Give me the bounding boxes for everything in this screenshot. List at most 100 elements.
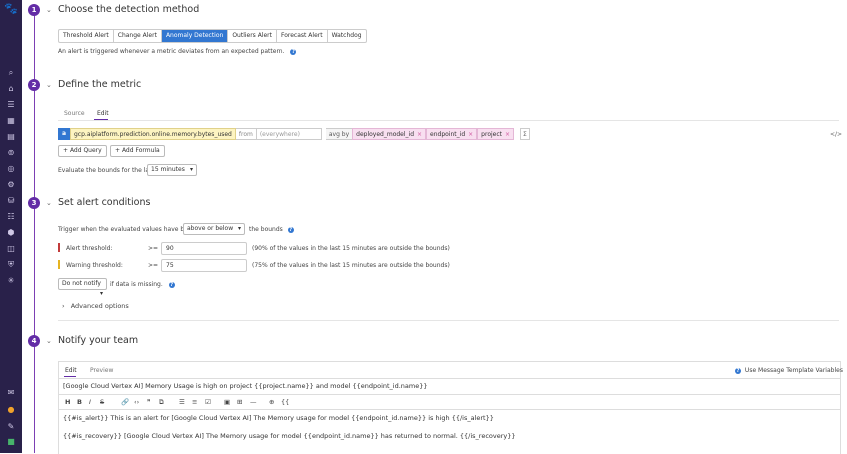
step-number-1: 1	[28, 4, 40, 16]
link-icon[interactable]: 🔗	[121, 398, 129, 406]
datadog-logo-icon[interactable]: 🐾	[4, 3, 18, 18]
search-icon[interactable]: ⌕	[5, 68, 17, 78]
missing-data-suffix: if data is missing. ?	[110, 281, 175, 288]
numbered-list-icon[interactable]: ≡	[192, 398, 197, 406]
close-icon[interactable]: ×	[505, 131, 510, 138]
notification-editor: Edit Preview ? Use Message Template Vari…	[58, 361, 843, 454]
warning-threshold-note: (75% of the values in the last 15 minute…	[252, 262, 450, 269]
avg-by-label[interactable]: avg by	[325, 128, 353, 140]
dashboard-icon[interactable]: ▤	[5, 132, 17, 142]
add-query-button[interactable]: + Add Query	[58, 145, 107, 157]
logs-icon[interactable]: ☷	[5, 212, 17, 222]
step-number-4: 4	[28, 335, 40, 347]
warning-color-marker	[58, 260, 60, 269]
help-icon[interactable]: ?	[290, 48, 297, 55]
strikethrough-icon[interactable]: S	[100, 398, 104, 406]
code-block-icon[interactable]: ⧉	[159, 398, 164, 407]
image-icon[interactable]: ▣	[224, 398, 230, 406]
quote-icon[interactable]: ❞	[147, 398, 151, 406]
step-title-conditions: Set alert conditions	[58, 197, 151, 208]
table-icon[interactable]: ⊞	[237, 398, 242, 406]
editor-tab-edit[interactable]: Edit	[65, 367, 77, 374]
message-body-line[interactable]: {{#is_alert}} This is an alert for [Goog…	[63, 414, 494, 422]
shield-icon[interactable]: ⛨	[5, 260, 17, 270]
trigger-direction-select[interactable]: above or below ▾	[183, 223, 245, 235]
help-icon[interactable]: ?	[168, 281, 175, 288]
chevron-down-icon[interactable]: ⌄	[46, 337, 52, 345]
group-by-chip[interactable]: deployed_model_id ×	[352, 128, 427, 140]
close-icon[interactable]: ×	[468, 131, 473, 138]
network-icon[interactable]: ⊚	[5, 148, 17, 158]
tab-threshold-alert[interactable]: Threshold Alert	[59, 30, 114, 42]
chart-icon[interactable]: ▦	[5, 116, 17, 126]
heading-icon[interactable]: H	[65, 398, 70, 406]
user-avatar-icon[interactable]: ■	[5, 437, 17, 447]
tab-watchdog[interactable]: Watchdog	[328, 30, 366, 42]
query-letter: a	[58, 128, 70, 140]
evaluate-window-select[interactable]: 15 minutes ▾	[147, 164, 197, 176]
variable-icon[interactable]: {{	[281, 398, 289, 406]
divider	[58, 120, 839, 121]
home-icon[interactable]: ⌂	[5, 84, 17, 94]
tab-forecast-alert[interactable]: Forecast Alert	[277, 30, 328, 42]
step-title-notify: Notify your team	[58, 335, 139, 346]
template-variables-link[interactable]: ? Use Message Template Variables	[735, 367, 843, 374]
tab-change-alert[interactable]: Change Alert	[114, 30, 162, 42]
metric-name-field[interactable]: gcp.aiplatform.prediction.online.memory.…	[70, 128, 236, 140]
infrastructure-icon[interactable]: ⚙	[5, 180, 17, 190]
from-scope-input[interactable]: (everywhere)	[255, 128, 322, 140]
chevron-down-icon[interactable]: ⌄	[46, 199, 52, 207]
bullet-list-icon[interactable]: ☰	[179, 398, 185, 406]
mention-icon[interactable]: ⊕	[269, 398, 274, 406]
step-number-2: 2	[28, 79, 40, 91]
code-icon[interactable]: ‹›	[134, 398, 139, 406]
tab-source[interactable]: Source	[64, 110, 85, 117]
apm-icon[interactable]: ⛁	[5, 196, 17, 206]
chat-icon[interactable]: ✉	[5, 388, 17, 398]
alert-threshold-input[interactable]: 90	[161, 242, 247, 255]
step-title-detection: Choose the detection method	[58, 4, 200, 15]
group-by-chip[interactable]: endpoint_id ×	[426, 128, 478, 140]
warning-threshold-input[interactable]: 75	[161, 259, 247, 272]
message-body-line[interactable]: {{#is_recovery}} [Google Cloud Vertex AI…	[63, 432, 516, 440]
add-formula-button[interactable]: + Add Formula	[110, 145, 165, 157]
trigger-label: Trigger when the evaluated values have b…	[58, 226, 196, 233]
editor-tab-preview[interactable]: Preview	[90, 367, 113, 374]
plus-icon: +	[115, 147, 122, 154]
advanced-options-label: Advanced options	[70, 302, 129, 310]
chevron-down-icon[interactable]: ⌄	[46, 6, 52, 14]
detection-method-tabs: Threshold Alert Change Alert Anomaly Det…	[58, 29, 367, 43]
help-icon[interactable]: ●	[5, 405, 17, 415]
add-query-label: Add Query	[69, 147, 102, 154]
tab-anomaly-detection[interactable]: Anomaly Detection	[161, 30, 229, 42]
settings-icon[interactable]: ✎	[5, 422, 17, 432]
list-icon[interactable]: ☰	[5, 100, 17, 110]
add-formula-label: Add Formula	[121, 147, 160, 154]
left-nav-sidebar: 🐾 ⌕ ⌂ ☰ ▦ ▤ ⊚ ◎ ⚙ ⛁ ☷ ⬢ ◫ ⛨ ✳ ✉ ● ✎ ■	[0, 0, 22, 453]
caret-down-icon: ▾	[99, 290, 103, 297]
checklist-icon[interactable]: ☑	[205, 398, 211, 406]
caret-down-icon: ▾	[189, 166, 193, 173]
warning-operator: >=	[148, 262, 159, 269]
notification-title-input[interactable]: [Google Cloud Vertex AI] Memory Usage is…	[63, 382, 428, 390]
chevron-down-icon[interactable]: ⌄	[46, 81, 52, 89]
step-title-metric: Define the metric	[58, 79, 142, 90]
security-icon[interactable]: ⬢	[5, 228, 17, 238]
function-button[interactable]: Σ	[520, 128, 530, 140]
monitor-icon[interactable]: ◎	[5, 164, 17, 174]
tab-edit[interactable]: Edit	[97, 110, 109, 117]
group-by-chip[interactable]: project ×	[477, 128, 515, 140]
horizontal-rule-icon[interactable]: —	[250, 398, 257, 406]
code-toggle-icon[interactable]: </>	[830, 131, 842, 138]
tab-outliers-alert[interactable]: Outliers Alert	[228, 30, 277, 42]
close-icon[interactable]: ×	[417, 131, 422, 138]
help-icon[interactable]: ?	[287, 226, 294, 233]
italic-icon[interactable]: I	[89, 398, 91, 406]
bold-icon[interactable]: B	[77, 398, 82, 406]
advanced-options-toggle[interactable]: › Advanced options	[62, 302, 129, 310]
integrations-icon[interactable]: ✳	[5, 276, 17, 286]
detection-description-text: An alert is triggered whenever a metric …	[58, 48, 285, 55]
missing-data-suffix-text: if data is missing.	[110, 281, 163, 288]
missing-data-select[interactable]: Do not notify ▾	[58, 278, 107, 297]
synthetics-icon[interactable]: ◫	[5, 244, 17, 254]
